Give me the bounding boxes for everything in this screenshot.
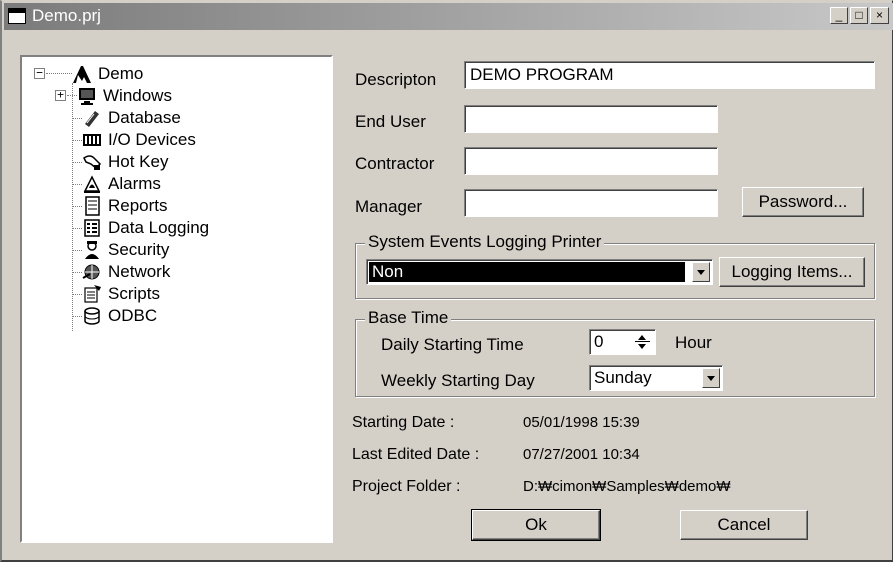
tree-item-label: Demo [98, 64, 144, 83]
daily-starting-time-value: 0 [594, 332, 604, 351]
network-icon [82, 262, 102, 282]
tree-item-security[interactable]: Security [82, 239, 169, 261]
window-icon [8, 8, 26, 24]
odbc-cylinder-icon [82, 306, 102, 326]
weekly-starting-day-select[interactable]: Sunday [589, 365, 723, 391]
alarm-bell-icon [82, 174, 102, 194]
description-label: Descripton [355, 70, 437, 89]
tree-connector [72, 118, 82, 119]
hour-unit-label: Hour [675, 333, 712, 352]
tree-item-label: I/O Devices [108, 130, 196, 149]
tree-connector [72, 206, 82, 207]
io-devices-icon [82, 130, 102, 150]
tree-expand-toggle[interactable]: + [55, 89, 66, 101]
project-dialog-window: Demo.prj _ □ × − Demo + Windows Database… [0, 0, 893, 562]
monitor-icon [77, 86, 97, 106]
manager-label: Manager [355, 197, 423, 216]
weekly-starting-day-label: Weekly Starting Day [381, 371, 535, 390]
logging-printer-selected-value: Non [369, 262, 685, 282]
tree-item-label: Data Logging [108, 218, 210, 237]
tree-connector [72, 294, 82, 295]
hand-key-icon [82, 152, 102, 172]
description-field[interactable]: DEMO PROGRAM [464, 61, 875, 89]
starting-date-label: Starting Date : [352, 414, 455, 431]
title-bar[interactable]: Demo.prj _ □ × [4, 3, 893, 30]
tree-item-label: Windows [103, 86, 172, 105]
tree-item-label: Reports [108, 196, 168, 215]
window-title: Demo.prj [32, 6, 101, 25]
tree-connector [72, 316, 82, 317]
tree-item-io-devices[interactable]: I/O Devices [82, 129, 196, 151]
tree-item-scripts[interactable]: Scripts [82, 283, 160, 305]
dropdown-button[interactable] [702, 368, 720, 388]
tree-item-windows[interactable]: Windows [77, 85, 172, 107]
logging-items-button[interactable]: Logging Items... [719, 257, 865, 287]
tree-item-hot-key[interactable]: Hot Key [82, 151, 168, 173]
database-icon [82, 108, 102, 128]
maximize-button[interactable]: □ [850, 7, 868, 24]
tree-item-label: ODBC [108, 306, 158, 325]
spin-up-icon[interactable] [638, 335, 646, 340]
events-logging-group-title: System Events Logging Printer [365, 232, 605, 252]
tree-connector [46, 73, 72, 74]
tree-item-label: Database [108, 108, 181, 127]
daily-starting-time-spinner[interactable]: 0 [589, 329, 656, 355]
tree-item-reports[interactable]: Reports [82, 195, 168, 217]
tree-item-label: Scripts [108, 284, 160, 303]
starting-date-value: 05/01/1998 15:39 [523, 414, 640, 431]
project-tree[interactable]: − Demo + Windows Database I/O Devices Ho… [20, 55, 333, 543]
manager-field[interactable] [464, 189, 718, 217]
tree-item-demo[interactable]: Demo [72, 63, 143, 85]
weekly-starting-day-value: Sunday [594, 368, 652, 387]
end-user-label: End User [355, 112, 426, 131]
tree-connector [72, 228, 82, 229]
report-icon [82, 196, 102, 216]
project-folder-label: Project Folder : [352, 478, 461, 495]
chevron-down-icon [697, 270, 705, 275]
tree-item-label: Alarms [108, 174, 161, 193]
tree-item-database[interactable]: Database [82, 107, 181, 129]
tree-connector [72, 162, 82, 163]
spin-down-icon[interactable] [638, 344, 646, 349]
minimize-button[interactable]: _ [830, 7, 848, 24]
password-button[interactable]: Password... [742, 187, 864, 217]
tree-connector [72, 272, 82, 273]
cimon-logo-icon [72, 64, 92, 84]
logging-printer-select[interactable]: Non [366, 259, 713, 285]
close-button[interactable]: × [870, 7, 889, 24]
contractor-field[interactable] [464, 147, 718, 175]
tree-item-label: Security [108, 240, 170, 259]
scripts-icon [82, 284, 102, 304]
tree-item-odbc[interactable]: ODBC [82, 305, 157, 327]
security-person-icon [82, 240, 102, 260]
cancel-button[interactable]: Cancel [680, 510, 808, 540]
ok-button[interactable]: Ok [471, 509, 601, 541]
tree-collapse-toggle[interactable]: − [34, 67, 45, 79]
data-logging-icon [82, 218, 102, 238]
project-folder-value: D:₩cimon₩Samples₩demo₩ [523, 478, 731, 495]
tree-connector [72, 184, 82, 185]
last-edited-date-value: 07/27/2001 10:34 [523, 446, 640, 463]
end-user-field[interactable] [464, 105, 718, 133]
spin-buttons[interactable] [634, 332, 652, 352]
contractor-label: Contractor [355, 154, 435, 173]
daily-starting-time-label: Daily Starting Time [381, 335, 524, 354]
base-time-group-title: Base Time [365, 308, 452, 328]
tree-connector [72, 140, 82, 141]
tree-connector [72, 250, 82, 251]
tree-item-network[interactable]: Network [82, 261, 170, 283]
tree-item-alarms[interactable]: Alarms [82, 173, 161, 195]
tree-connector [67, 95, 77, 96]
spin-divider [635, 341, 650, 342]
tree-item-label: Hot Key [108, 152, 169, 171]
chevron-down-icon [707, 376, 715, 381]
tree-item-data-logging[interactable]: Data Logging [82, 217, 209, 239]
tree-item-label: Network [108, 262, 171, 281]
last-edited-date-label: Last Edited Date : [352, 446, 480, 463]
dropdown-button[interactable] [692, 262, 710, 282]
